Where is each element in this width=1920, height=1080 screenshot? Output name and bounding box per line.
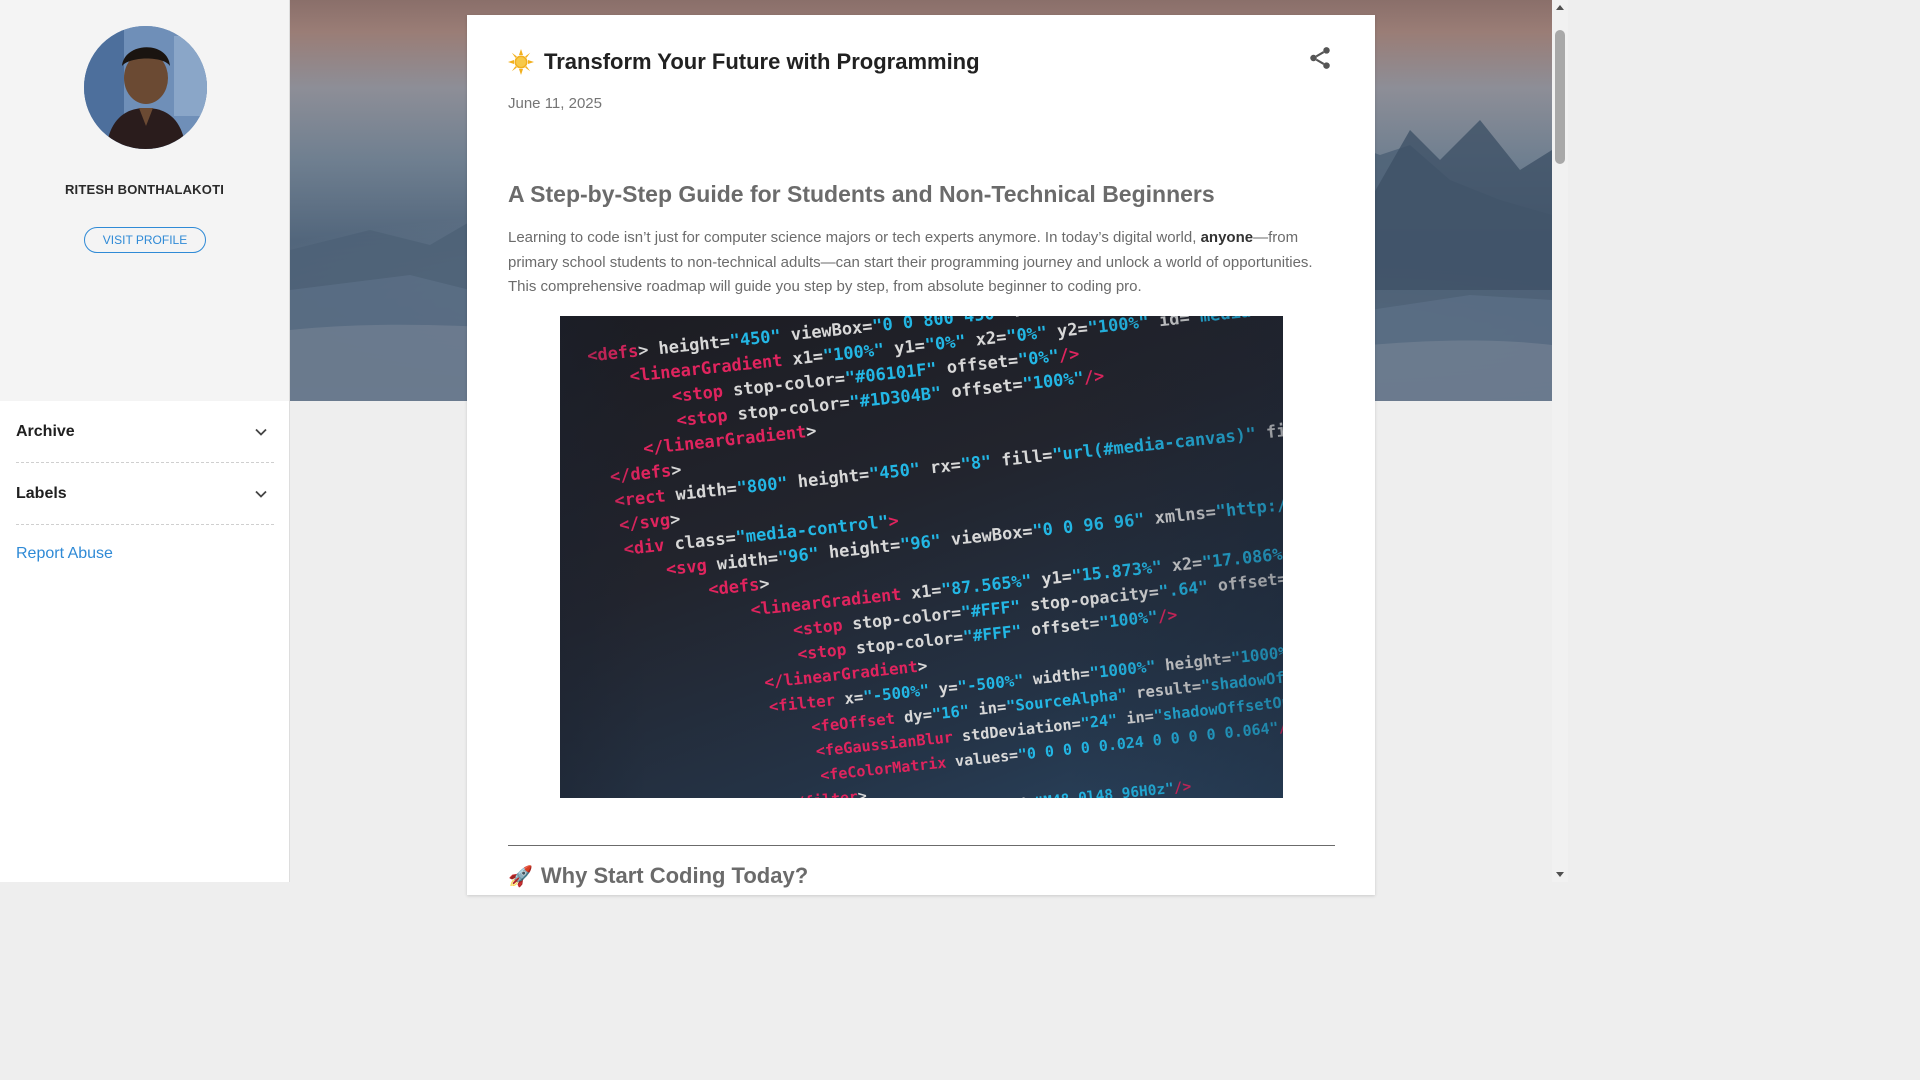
archive-title: Archive <box>16 423 75 440</box>
section-heading: 🚀 Why Start Coding Today? <box>508 863 808 889</box>
profile-card: RITESH BONTHALAKOTI VISIT PROFILE <box>0 0 289 401</box>
scroll-up-arrow-icon[interactable] <box>1556 5 1564 10</box>
post-card: Transform Your Future with Programming J… <box>467 15 1375 895</box>
post-title-row: Transform Your Future with Programming <box>508 49 980 75</box>
post-intro-paragraph: Learning to code isn’t just for computer… <box>508 226 1328 300</box>
avatar-photo <box>84 26 207 149</box>
post-title[interactable]: Transform Your Future with Programming <box>544 49 980 75</box>
vertical-scrollbar[interactable] <box>1552 0 1568 882</box>
report-abuse-link[interactable]: Report Abuse <box>16 545 113 563</box>
scroll-thumb[interactable] <box>1555 30 1565 164</box>
avatar[interactable] <box>84 26 207 149</box>
labels-widget[interactable]: Labels <box>16 463 274 525</box>
sidebar: RITESH BONTHALAKOTI VISIT PROFILE Archiv… <box>0 0 290 882</box>
post-date[interactable]: June 11, 2025 <box>508 95 602 112</box>
code-image-overlay <box>560 316 1283 798</box>
code-illustration: <defs> height="450" viewBox="0 0 800 450… <box>560 316 1283 798</box>
profile-name: RITESH BONTHALAKOTI <box>64 182 225 197</box>
chevron-down-icon[interactable] <box>254 425 268 439</box>
labels-title: Labels <box>16 485 67 502</box>
intro-bold-text: anyone <box>1200 229 1254 246</box>
archive-widget[interactable]: Archive <box>16 401 274 463</box>
scroll-down-arrow-icon[interactable] <box>1556 872 1564 877</box>
code-screenshot-image[interactable]: <defs> height="450" viewBox="0 0 800 450… <box>560 316 1283 798</box>
share-icon[interactable] <box>1307 45 1333 71</box>
sun-icon <box>508 49 534 75</box>
section-title: Why Start Coding Today? <box>540 863 809 888</box>
section-divider <box>508 845 1335 846</box>
chevron-down-icon[interactable] <box>254 487 268 501</box>
rocket-icon: 🚀 <box>508 865 533 888</box>
visit-profile-button[interactable]: VISIT PROFILE <box>84 227 206 253</box>
intro-text-1: Learning to code isn’t just for computer… <box>508 229 1201 246</box>
post-subtitle: A Step-by-Step Guide for Students and No… <box>508 181 1215 207</box>
